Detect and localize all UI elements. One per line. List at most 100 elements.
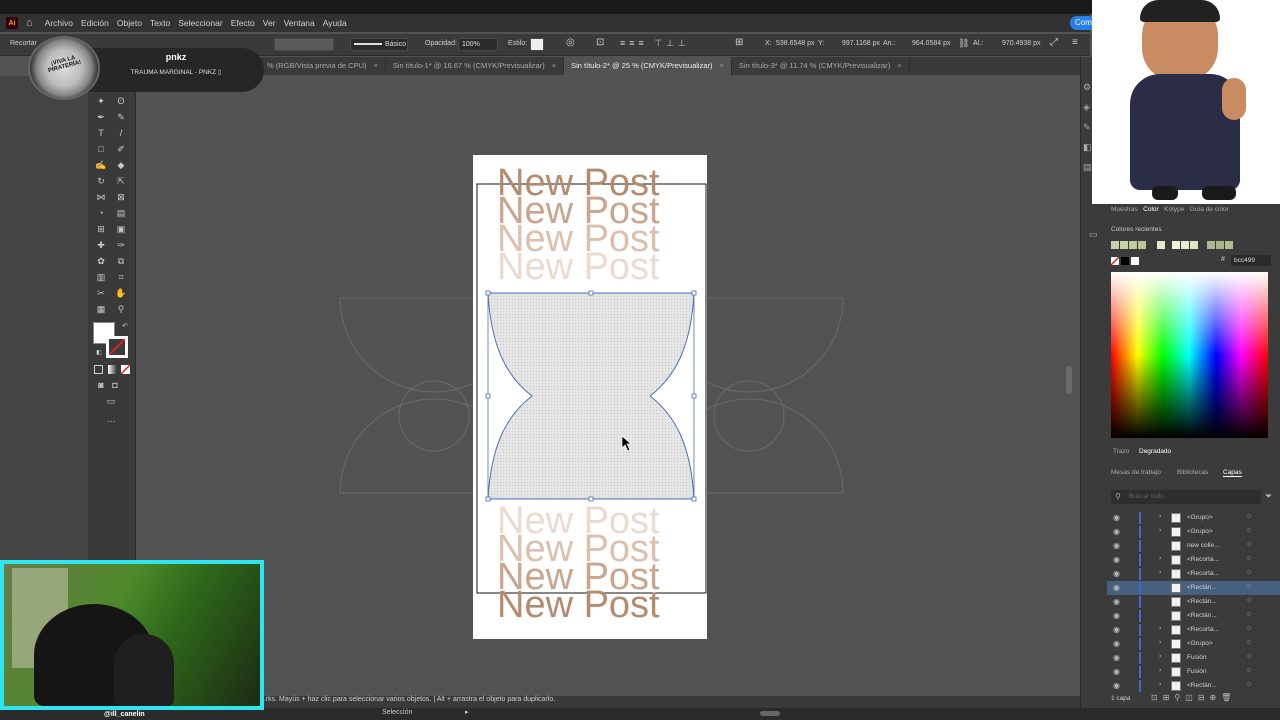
tab-capas[interactable]: Capas: [1223, 469, 1242, 477]
target-icon[interactable]: ○: [1247, 597, 1251, 604]
black-swatch[interactable]: [1121, 257, 1129, 265]
target-icon[interactable]: ○: [1247, 541, 1251, 548]
filter-icon[interactable]: ⏷: [1265, 491, 1272, 502]
recent-color-swatch[interactable]: [1172, 241, 1180, 249]
target-icon[interactable]: ○: [1247, 681, 1251, 688]
perspective-grid-tool-icon[interactable]: ▤: [114, 206, 128, 220]
tab-doc-3[interactable]: Sin título-3* @ 11.74 % (CMYK/Previsuali…: [732, 57, 910, 75]
play-icon[interactable]: ▸: [465, 708, 469, 716]
eye-icon[interactable]: ◉: [1113, 639, 1120, 648]
menu-ventana[interactable]: Ventana: [284, 18, 315, 28]
target-icon[interactable]: ○: [1247, 653, 1251, 660]
style-swatch[interactable]: [530, 38, 544, 51]
layer-row[interactable]: ◉ › Fusión ○: [1107, 665, 1280, 679]
stroke-weight-field[interactable]: [274, 38, 334, 51]
close-icon[interactable]: ×: [897, 61, 901, 70]
draw-mode-icon[interactable]: ◙: [94, 378, 108, 392]
recent-color-swatch[interactable]: [1129, 241, 1137, 249]
chevron-right-icon[interactable]: ›: [1159, 625, 1161, 632]
close-icon[interactable]: ×: [552, 61, 556, 70]
menu-icon[interactable]: ≡: [1072, 37, 1078, 48]
eye-icon[interactable]: ◉: [1113, 597, 1120, 606]
recent-color-swatch[interactable]: [1181, 241, 1189, 249]
eye-icon[interactable]: ◉: [1113, 527, 1120, 536]
eraser-tool-icon[interactable]: ◆: [114, 158, 128, 172]
gradient-mode-icon[interactable]: [108, 365, 117, 374]
layer-row[interactable]: ◉ › <Grupo> ○: [1107, 511, 1280, 525]
zoom-tool-icon[interactable]: ⚲: [114, 302, 128, 316]
layer-row[interactable]: ◉ <Rectán... ○: [1107, 581, 1280, 595]
target-icon[interactable]: ○: [1247, 611, 1251, 618]
layer-row[interactable]: ◉ › <Grupo> ○: [1107, 525, 1280, 539]
target-icon[interactable]: ○: [1247, 513, 1251, 520]
eye-icon[interactable]: ◉: [1113, 569, 1120, 578]
canvas[interactable]: New Post New Post New Post New Post New …: [136, 76, 1076, 696]
symbol-sprayer-tool-icon[interactable]: ✿: [94, 254, 108, 268]
tab-kotype[interactable]: Kotype: [1164, 206, 1184, 213]
scale-tool-icon[interactable]: ⇱: [114, 174, 128, 188]
tab-trazo[interactable]: Trazo: [1113, 448, 1129, 455]
recent-color-swatch[interactable]: [1216, 241, 1224, 249]
pen-tool-icon[interactable]: ✒: [94, 110, 108, 124]
recent-color-swatch[interactable]: [1207, 241, 1215, 249]
recent-color-swatch[interactable]: [1225, 241, 1233, 249]
default-colors-icon[interactable]: ◧: [92, 346, 106, 360]
opacity-field[interactable]: 100%: [458, 38, 498, 51]
layer-row[interactable]: ◉ › Fusión ○: [1107, 651, 1280, 665]
share-button[interactable]: Compartir: [1070, 16, 1092, 30]
target-icon[interactable]: ○: [1247, 527, 1251, 534]
target-icon[interactable]: ○: [1247, 569, 1251, 576]
artboard-tool-icon[interactable]: ⌗: [114, 270, 128, 284]
chevron-right-icon[interactable]: ›: [1159, 569, 1161, 576]
layer-row[interactable]: ◉ › <Recorta... ○: [1107, 567, 1280, 581]
layer-row[interactable]: ◉ › <Recorta... ○: [1107, 553, 1280, 567]
transform-icon[interactable]: ⊡: [596, 37, 604, 48]
stroke-style-select[interactable]: Básico: [350, 38, 408, 51]
tab-mesas-trabajo[interactable]: Mesas de trabajo: [1111, 469, 1161, 476]
tab-doc-rgb[interactable]: % (RGB/Vista previa de CPU) ×: [260, 57, 386, 75]
reference-point-icon[interactable]: ⊞: [735, 37, 743, 48]
layers-search-input[interactable]: ⚲ Buscar todo: [1111, 490, 1261, 504]
layer-row[interactable]: ◉ <Rectán... ○: [1107, 609, 1280, 623]
layers-footer-icons[interactable]: ⊡⊞⚲◫⊟⊕🗑: [1151, 693, 1236, 702]
menu-edicion[interactable]: Edición: [81, 18, 109, 28]
eye-icon[interactable]: ◉: [1113, 653, 1120, 662]
height-field[interactable]: 970.4938 px: [1002, 40, 1041, 47]
tab-guia-color[interactable]: Guía de color: [1190, 206, 1229, 213]
recent-color-swatch[interactable]: [1157, 241, 1165, 249]
tab-bibliotecas[interactable]: Bibliotecas: [1177, 469, 1208, 476]
layer-row[interactable]: ◉ <Rectán... ○: [1107, 595, 1280, 609]
eye-icon[interactable]: ◉: [1113, 541, 1120, 550]
home-icon[interactable]: ⌂: [26, 17, 33, 29]
shape-builder-tool-icon[interactable]: ◔: [94, 206, 108, 220]
blend-tool-icon[interactable]: ✑: [114, 238, 128, 252]
tab-color[interactable]: Color: [1143, 206, 1159, 213]
tab-muestras[interactable]: Muestras: [1111, 206, 1138, 213]
chevron-right-icon[interactable]: ›: [1159, 653, 1161, 660]
tab-doc-1[interactable]: Sin título-1* @ 16.67 % (CMYK/Previsuali…: [386, 57, 565, 75]
layer-row[interactable]: ◉ › <Recorta... ○: [1107, 623, 1280, 637]
color-spectrum[interactable]: [1111, 272, 1268, 438]
width-tool-icon[interactable]: ⋈: [94, 190, 108, 204]
swap-fill-stroke-icon[interactable]: ↶: [118, 320, 132, 334]
screen-mode-icon[interactable]: ▭: [104, 394, 118, 408]
eye-icon[interactable]: ◉: [1113, 667, 1120, 676]
close-icon[interactable]: ×: [720, 61, 724, 70]
chevron-right-icon[interactable]: ›: [1159, 681, 1161, 688]
chevron-right-icon[interactable]: ›: [1159, 555, 1161, 562]
paintbrush-tool-icon[interactable]: ✐: [114, 142, 128, 156]
hand-tool-icon[interactable]: ✋: [114, 286, 128, 300]
menu-seleccionar[interactable]: Seleccionar: [178, 18, 222, 28]
edit-toolbar-icon[interactable]: ···: [104, 414, 118, 428]
white-swatch[interactable]: [1131, 257, 1139, 265]
recent-color-swatch[interactable]: [1120, 241, 1128, 249]
width-field[interactable]: 964.0584 px: [912, 40, 951, 47]
slice-tool-icon[interactable]: ✂: [94, 286, 108, 300]
mesh-tool-icon[interactable]: ⊞: [94, 222, 108, 236]
eye-icon[interactable]: ◉: [1113, 583, 1120, 592]
align-icons[interactable]: ≡≡≡ ⊤⊥⊥: [620, 38, 690, 49]
chevron-right-icon[interactable]: ›: [1159, 527, 1161, 534]
x-field[interactable]: 538.6548 px: [776, 40, 815, 47]
free-transform-tool-icon[interactable]: ⊠: [114, 190, 128, 204]
menu-objeto[interactable]: Objeto: [117, 18, 142, 28]
